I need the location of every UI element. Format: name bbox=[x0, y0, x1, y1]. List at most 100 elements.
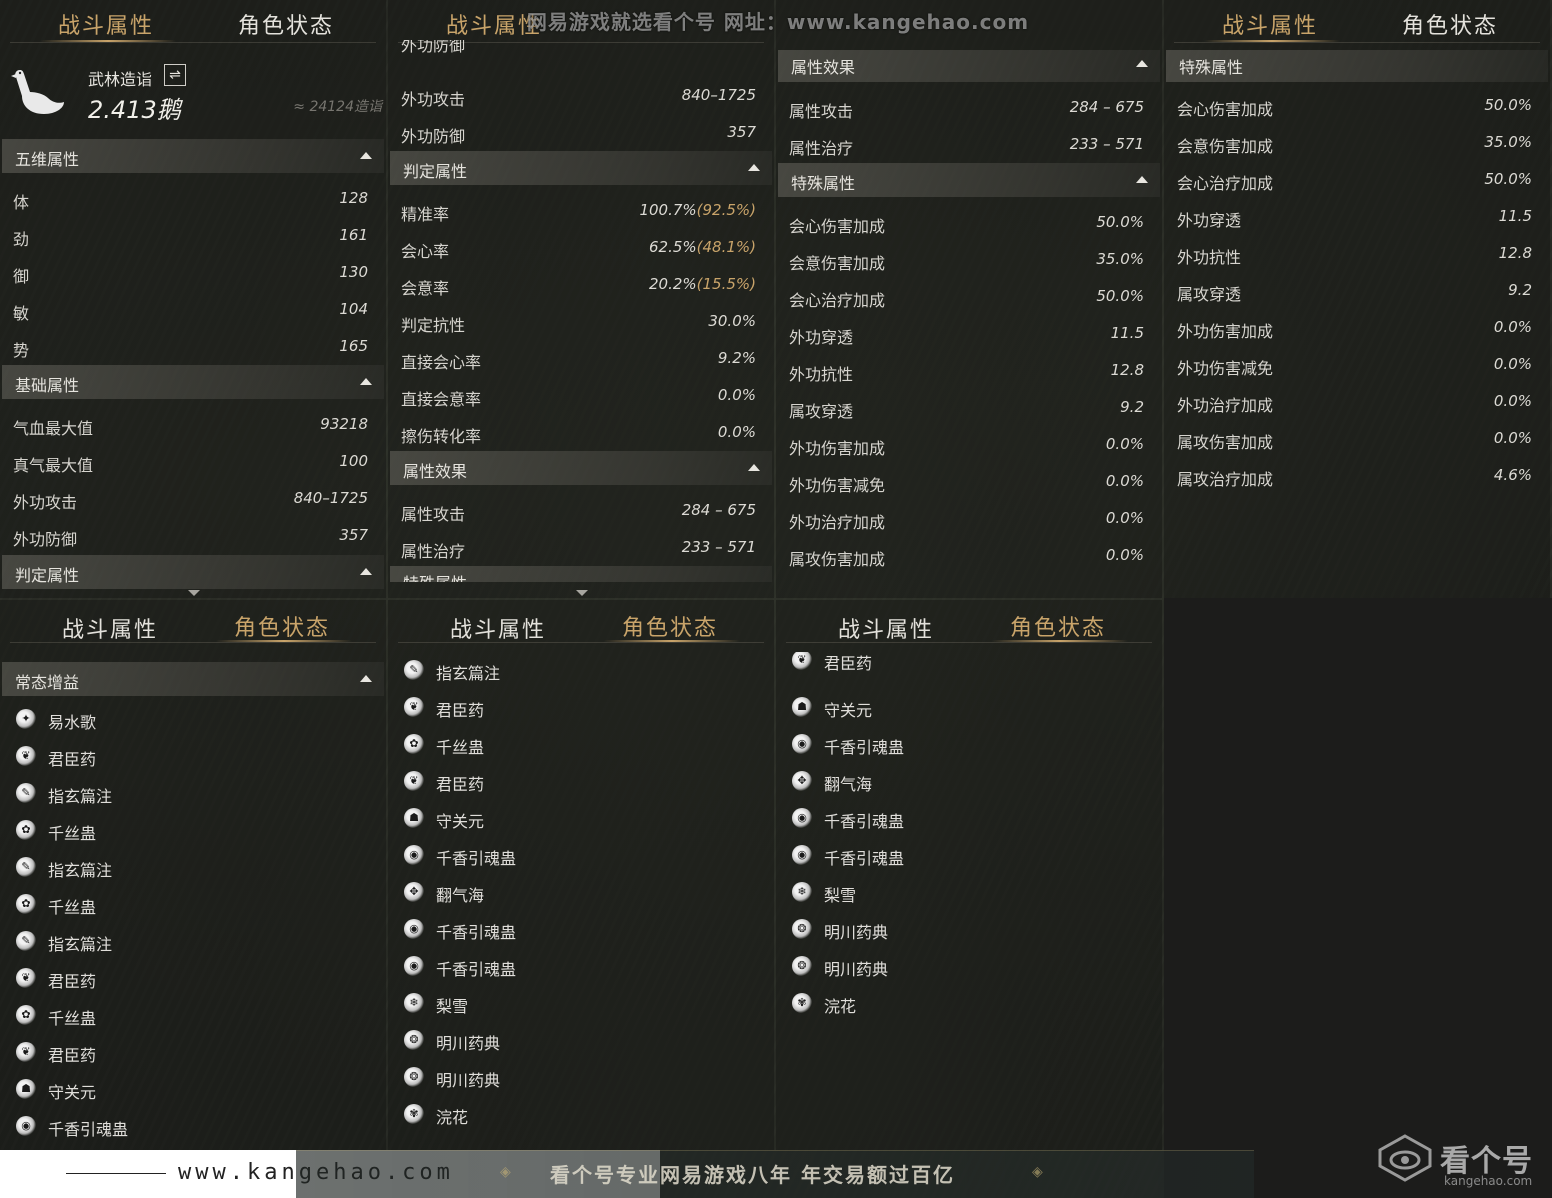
buff-item[interactable]: ◉ 千香引魂蛊 bbox=[776, 726, 1162, 763]
section-panding[interactable]: 判定属性 bbox=[390, 151, 772, 185]
section-changtai[interactable]: 常态增益 bbox=[2, 662, 384, 696]
collapse-caret-icon[interactable] bbox=[748, 464, 760, 471]
attr-row: 势 165 bbox=[0, 328, 386, 365]
buff-item[interactable]: ❦ 君臣药 bbox=[0, 1034, 386, 1071]
tab-combat-attributes[interactable]: 战斗属性 bbox=[62, 612, 158, 644]
buff-item[interactable]: ✾ 浣花 bbox=[388, 1096, 774, 1133]
buff-item[interactable]: ◉ 千香引魂蛊 bbox=[388, 911, 774, 948]
buff-label: 千香引魂蛊 bbox=[824, 738, 905, 757]
tab-combat-attributes[interactable]: 战斗属性 bbox=[450, 612, 546, 644]
goose-avatar-icon bbox=[11, 70, 65, 114]
buff-icon: ❂ bbox=[404, 1030, 424, 1050]
tab-combat-attributes[interactable]: 战斗属性 bbox=[58, 8, 154, 40]
collapse-caret-icon[interactable] bbox=[1136, 60, 1148, 67]
buff-item[interactable]: ❦ 君臣药 bbox=[388, 763, 774, 800]
swap-icon[interactable]: ⇌ bbox=[164, 64, 186, 86]
buff-item[interactable]: ✦ 易水歌 bbox=[0, 701, 386, 738]
attr-row: 外功伤害减免 0.0% bbox=[1164, 346, 1550, 383]
collapse-caret-icon[interactable] bbox=[360, 568, 372, 575]
attr-row: 外功穿透 11.5 bbox=[1164, 198, 1550, 235]
buff-item[interactable]: ✎ 指玄篇注 bbox=[0, 849, 386, 886]
attr-label: 属攻穿透 bbox=[789, 402, 854, 421]
buff-item[interactable]: ☗ 守关元 bbox=[388, 800, 774, 837]
scroll-down-icon[interactable] bbox=[188, 590, 200, 596]
section-label: 特殊属性 bbox=[1179, 58, 1244, 77]
tab-character-status[interactable]: 角色状态 bbox=[1010, 610, 1106, 642]
attr-row: 御 130 bbox=[0, 254, 386, 291]
eye-logo-icon bbox=[1378, 1134, 1432, 1182]
buff-icon: ☗ bbox=[16, 1079, 36, 1099]
buff-icon: ❦ bbox=[16, 746, 36, 766]
attr-value: 4.6% bbox=[1493, 466, 1532, 484]
buff-item[interactable]: ✎ 指玄篇注 bbox=[0, 923, 386, 960]
section-shuxing[interactable]: 属性效果 bbox=[390, 451, 772, 485]
buff-item[interactable]: ❦ 君臣药 bbox=[0, 960, 386, 997]
attr-label: 会心率 bbox=[401, 242, 450, 261]
buff-item[interactable]: ◉ 千香引魂蛊 bbox=[776, 800, 1162, 837]
buff-item[interactable]: ✾ 浣花 bbox=[776, 985, 1162, 1022]
buff-item[interactable]: ❄ 梨雪 bbox=[776, 874, 1162, 911]
buff-item[interactable]: ◉ 千香引魂蛊 bbox=[0, 1108, 386, 1145]
buff-item[interactable]: ✎ 指玄篇注 bbox=[388, 652, 774, 689]
collapse-caret-icon[interactable] bbox=[360, 152, 372, 159]
section-teshu-cut[interactable]: 特殊属性 bbox=[390, 566, 772, 582]
collapse-caret-icon[interactable] bbox=[1136, 176, 1148, 183]
section-jichu[interactable]: 基础属性 bbox=[2, 365, 384, 399]
buff-item[interactable]: ☗ 守关元 bbox=[776, 689, 1162, 726]
buff-icon: ✦ bbox=[16, 709, 36, 729]
buff-item[interactable]: ❂ 明川药典 bbox=[776, 911, 1162, 948]
attr-row: 外功攻击 840–1725 bbox=[388, 77, 774, 114]
section-teshu-cut[interactable]: 特殊属性 bbox=[1166, 50, 1548, 82]
buff-item[interactable]: ❦ 君臣药 bbox=[0, 738, 386, 775]
buff-icon: ❦ bbox=[16, 968, 36, 988]
buff-item[interactable]: ❦ 君臣药 bbox=[388, 689, 774, 726]
buff-item[interactable]: ✥ 翻气海 bbox=[388, 874, 774, 911]
tab-character-status[interactable]: 角色状态 bbox=[234, 610, 330, 642]
tab-combat-attributes[interactable]: 战斗属性 bbox=[1222, 8, 1318, 40]
buff-item[interactable]: ❂ 明川药典 bbox=[388, 1059, 774, 1096]
buff-item[interactable]: ✥ 翻气海 bbox=[776, 763, 1162, 800]
collapse-caret-icon[interactable] bbox=[360, 675, 372, 682]
buff-item[interactable]: ☗ 守关元 bbox=[0, 1071, 386, 1108]
attr-label: 外功攻击 bbox=[13, 493, 78, 512]
section-teshu[interactable]: 特殊属性 bbox=[778, 163, 1160, 197]
attr-row: 会心伤害加成 50.0% bbox=[776, 204, 1162, 241]
tab-combat-attributes[interactable]: 战斗属性 bbox=[838, 612, 934, 644]
buff-item[interactable]: ✿ 千丝蛊 bbox=[0, 997, 386, 1034]
section-panding[interactable]: 判定属性 bbox=[2, 555, 384, 589]
collapse-caret-icon[interactable] bbox=[360, 378, 372, 385]
section-label: 属性效果 bbox=[403, 462, 468, 481]
attr-value: 50.0% bbox=[1096, 287, 1144, 305]
buff-item[interactable]: ◉ 千香引魂蛊 bbox=[388, 837, 774, 874]
tab-character-status[interactable]: 角色状态 bbox=[622, 610, 718, 642]
buff-item[interactable]: ✎ 指玄篇注 bbox=[0, 775, 386, 812]
buff-item[interactable]: ✿ 千丝蛊 bbox=[0, 812, 386, 849]
buff-label: 千丝蛊 bbox=[48, 824, 97, 843]
tab-character-status[interactable]: 角色状态 bbox=[1402, 8, 1498, 40]
section-wuwei[interactable]: 五维属性 bbox=[2, 139, 384, 173]
attr-label: 直接会心率 bbox=[401, 353, 482, 372]
buff-item[interactable]: ✿ 千丝蛊 bbox=[0, 886, 386, 923]
attr-value: 840–1725 bbox=[293, 489, 368, 507]
buff-label: 浣花 bbox=[436, 1108, 469, 1127]
section-shuxing-cut[interactable]: 属性效果 bbox=[778, 50, 1160, 82]
buff-label: 梨雪 bbox=[824, 886, 857, 905]
buff-item[interactable]: ✿ 千丝蛊 bbox=[388, 726, 774, 763]
attr-value: 0.0% bbox=[1105, 546, 1144, 564]
scroll-down-icon[interactable] bbox=[576, 590, 588, 596]
attr-label: 会心治疗加成 bbox=[1177, 174, 1274, 193]
tab-character-status[interactable]: 角色状态 bbox=[238, 8, 334, 40]
value-main: 20.2% bbox=[648, 275, 697, 293]
buff-item[interactable]: ◉ 千香引魂蛊 bbox=[776, 837, 1162, 874]
buff-item[interactable]: ❄ 梨雪 bbox=[388, 985, 774, 1022]
attr-label: 外功治疗加成 bbox=[1177, 396, 1274, 415]
buff-item[interactable]: ❂ 明川药典 bbox=[388, 1022, 774, 1059]
attr-label: 外功防御 bbox=[401, 127, 466, 146]
panel-status-1: 战斗属性 角色状态 常态增益 ✦ 易水歌 ❦ 君臣药 ✎ 指玄篇注 ✿ 千丝蛊 ✎ 指玄篇注 ✿ 千丝… bbox=[0, 600, 386, 1150]
collapse-caret-icon[interactable] bbox=[748, 164, 760, 171]
attr-label: 会心治疗加成 bbox=[789, 291, 886, 310]
buff-item[interactable]: ❦ 君臣药 bbox=[776, 652, 1162, 674]
buff-item[interactable]: ❂ 明川药典 bbox=[776, 948, 1162, 985]
buff-icon: ❦ bbox=[792, 652, 812, 670]
buff-item[interactable]: ◉ 千香引魂蛊 bbox=[388, 948, 774, 985]
